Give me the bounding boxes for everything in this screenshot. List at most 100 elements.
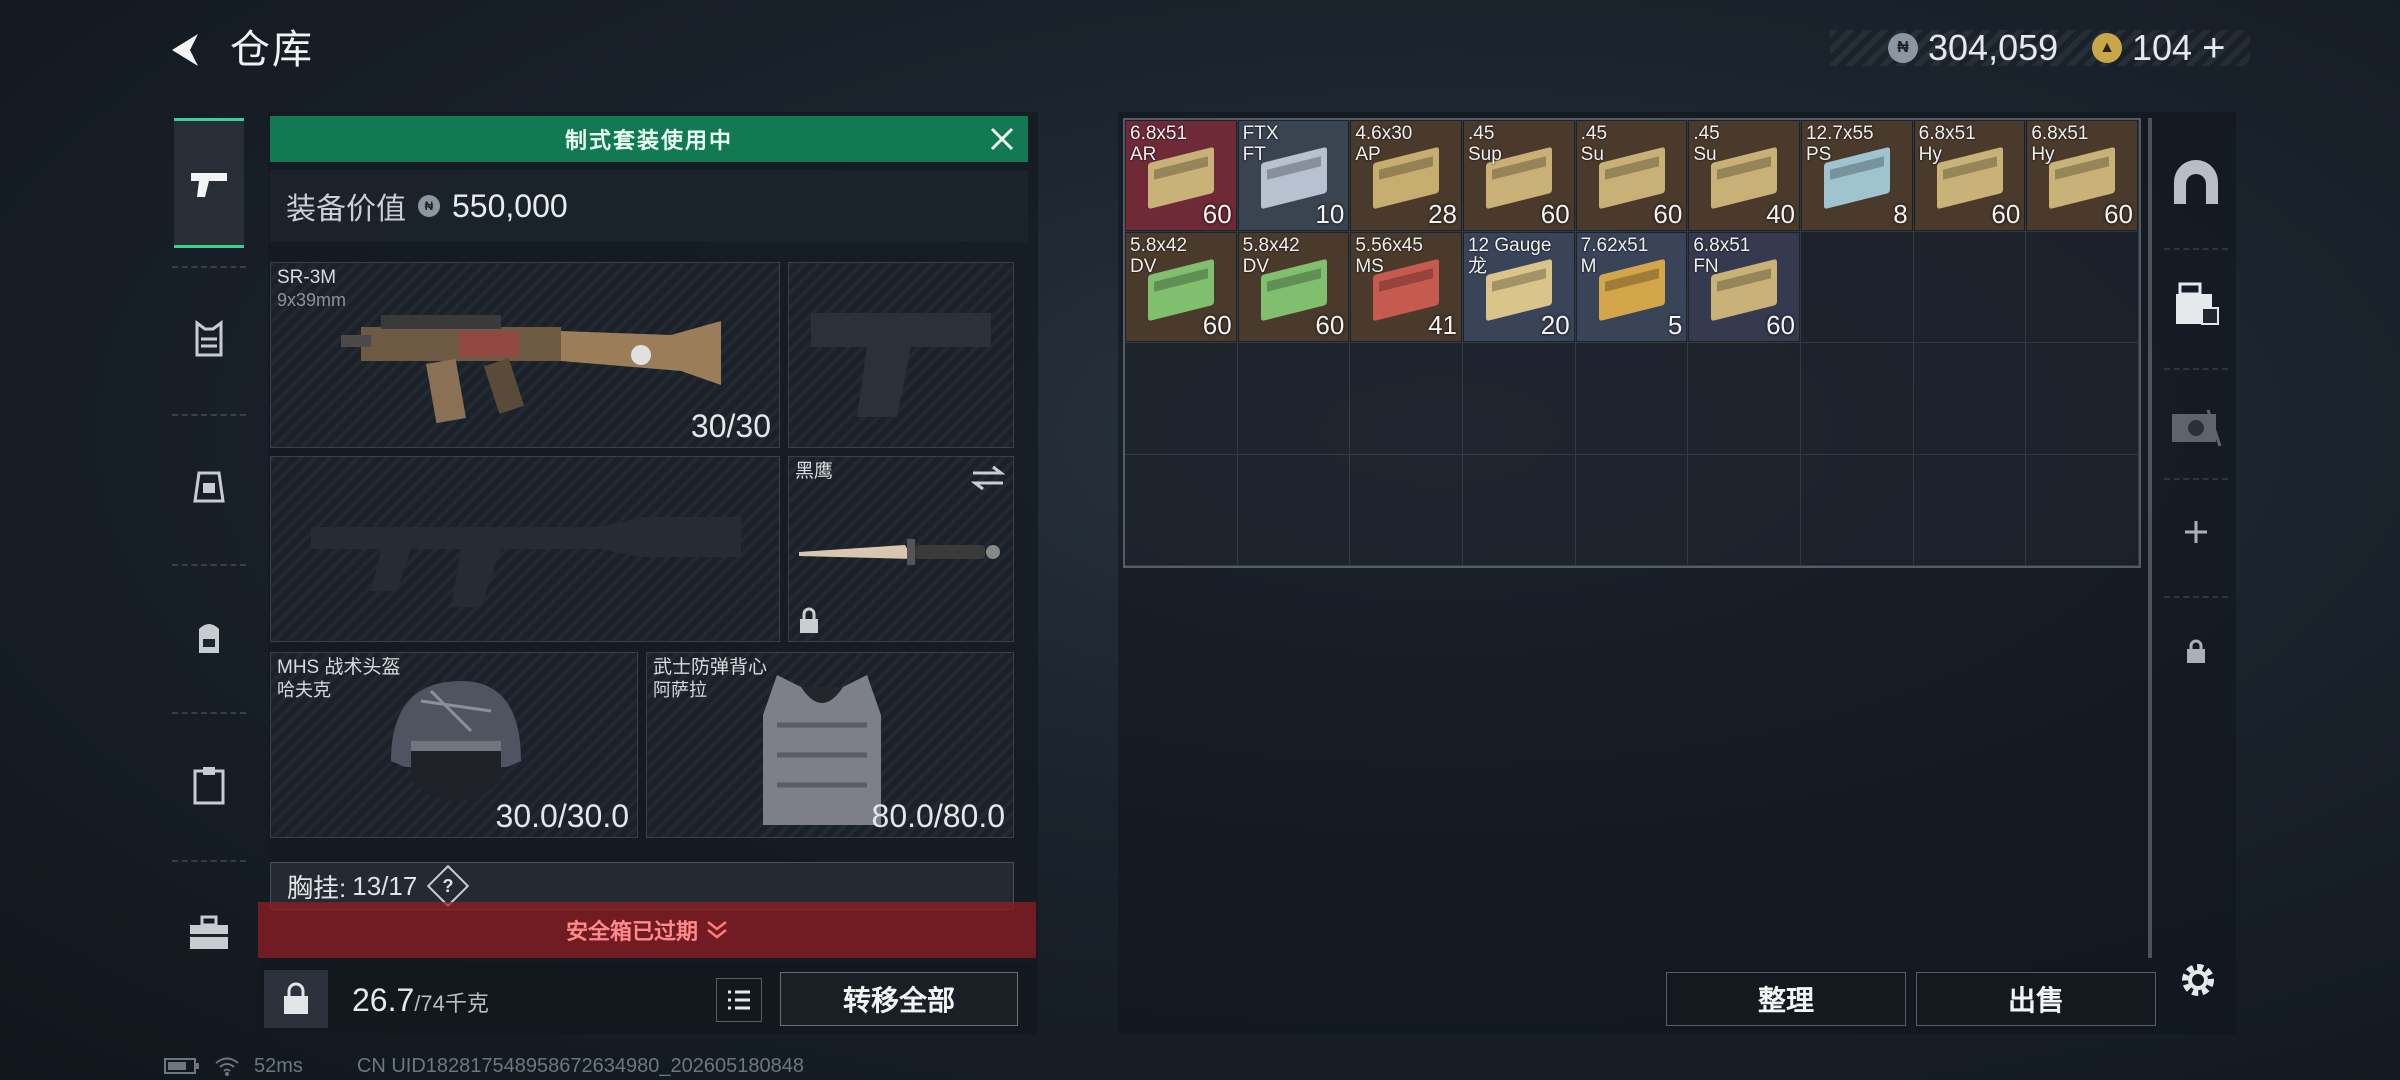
ammo-item[interactable]: 6.8x51 Hy 60 xyxy=(2027,121,2137,230)
ammo-item[interactable]: 6.8x51 Hy 60 xyxy=(1914,121,2025,230)
lock-icon xyxy=(2187,639,2205,663)
stash-cell[interactable] xyxy=(1800,231,1914,343)
stash-cell[interactable]: 6.8x51 Hy 60 xyxy=(1913,120,2027,232)
stash-cell[interactable]: 6.8x51 Hy 60 xyxy=(2026,120,2139,232)
primary-weapon-slot[interactable]: SR-3M 9x39mm 30/30 xyxy=(270,262,780,448)
nav-divider xyxy=(172,414,246,416)
stash-cell[interactable]: 4.6x30 AP 28 xyxy=(1350,120,1463,232)
nav-container[interactable] xyxy=(174,720,244,850)
stash-cell[interactable]: .45 Sup 60 xyxy=(1462,120,1576,232)
weight-lock-button[interactable] xyxy=(264,970,328,1028)
stash-cell[interactable] xyxy=(1237,454,1351,566)
stash-cell[interactable] xyxy=(1575,454,1689,566)
currency-premium[interactable]: ▲ 104 + xyxy=(2092,22,2225,74)
stash-cell[interactable]: .45 Su 60 xyxy=(1575,120,1689,232)
pistol-slot[interactable] xyxy=(788,262,1014,448)
stash-cell[interactable] xyxy=(1800,343,1914,455)
ammo-item[interactable]: 12 Gauge 龙 20 xyxy=(1463,232,1574,341)
ammo-item[interactable]: 4.6x30 AP 28 xyxy=(1351,121,1461,230)
stash-cell[interactable]: 12.7x55 PS 8 xyxy=(1800,120,1914,232)
ammo-item[interactable]: 6.8x51 FN 60 xyxy=(1689,232,1799,341)
ammo-item-count: 40 xyxy=(1766,198,1795,229)
ammo-item[interactable]: .45 Su 60 xyxy=(1576,121,1687,230)
chest-rig-help-button[interactable]: ? xyxy=(427,864,470,908)
stash-cell[interactable] xyxy=(1462,454,1576,566)
ammo-item[interactable]: .45 Sup 60 xyxy=(1463,121,1574,230)
stash-cell[interactable]: 12 Gauge 龙 20 xyxy=(1462,231,1576,343)
clipboard-icon xyxy=(193,767,225,805)
safe-box-expired-banner[interactable]: 安全箱已过期 xyxy=(258,902,1036,958)
stash-cell[interactable]: 5.8x42 DV 60 xyxy=(1125,231,1238,343)
add-stash-button[interactable] xyxy=(2156,482,2236,582)
ammo-item[interactable]: FTX FT 10 xyxy=(1238,121,1349,230)
nav-backpack[interactable] xyxy=(174,572,244,702)
stash-cell[interactable]: 5.8x42 DV 60 xyxy=(1237,231,1351,343)
ammo-item-count: 28 xyxy=(1428,198,1457,229)
stash-cell[interactable] xyxy=(1913,231,2027,343)
nav-chest-rig[interactable] xyxy=(174,422,244,552)
kit-close-button[interactable] xyxy=(980,118,1024,160)
nav-divider xyxy=(172,564,246,566)
melee-slot[interactable]: 黑鹰 xyxy=(788,456,1014,642)
stash-cell[interactable] xyxy=(2026,231,2139,343)
stash-cell[interactable] xyxy=(1913,454,2027,566)
nav-toolbox[interactable] xyxy=(174,868,244,998)
stash-cell[interactable] xyxy=(1688,343,1801,455)
rail-all-items[interactable] xyxy=(2156,132,2236,232)
stash-cell[interactable] xyxy=(1350,343,1463,455)
stash-cell[interactable] xyxy=(2026,343,2139,455)
ammo-item[interactable]: 7.62x51 M 5 xyxy=(1576,232,1687,341)
nav-armor[interactable] xyxy=(174,274,244,404)
helmet-slot[interactable]: MHS 战术头盔 哈夫克 30.0/30.0 xyxy=(270,652,638,838)
primary-weapon-name: SR-3M xyxy=(277,267,337,288)
helmet-durability: 30.0/30.0 xyxy=(495,798,629,834)
nav-weapons[interactable] xyxy=(174,118,244,248)
stash-cell[interactable] xyxy=(1800,454,1914,566)
ammo-item-label: .45 Su xyxy=(1580,123,1608,165)
back-button[interactable] xyxy=(158,22,214,78)
stash-cell[interactable] xyxy=(2026,454,2139,566)
rail-stash-1[interactable] xyxy=(2156,254,2236,354)
stash-cell[interactable] xyxy=(1125,454,1238,566)
transfer-all-button[interactable]: 转移全部 xyxy=(780,972,1018,1026)
ammo-item[interactable]: 5.8x42 DV 60 xyxy=(1126,232,1236,341)
rail-divider xyxy=(2164,478,2228,480)
wifi-icon xyxy=(215,1057,239,1076)
sort-button[interactable]: 整理 xyxy=(1666,972,1906,1026)
list-view-button[interactable] xyxy=(716,978,762,1022)
stash-cell[interactable] xyxy=(1237,343,1351,455)
sell-button[interactable]: 出售 xyxy=(1916,972,2156,1026)
locked-stash-button[interactable] xyxy=(2156,602,2236,702)
body-armor-image xyxy=(763,675,881,825)
stash-cell[interactable]: 6.8x51 AR 60 xyxy=(1125,120,1238,232)
stash-cell[interactable] xyxy=(1913,343,2027,455)
ammo-item[interactable]: 5.8x42 DV 60 xyxy=(1238,232,1349,341)
secondary-weapon-slot[interactable] xyxy=(270,456,780,642)
stash-cell[interactable]: FTX FT 10 xyxy=(1237,120,1351,232)
settings-button[interactable] xyxy=(2170,952,2226,1008)
ammo-item-count: 41 xyxy=(1428,310,1457,340)
rail-stash-4[interactable] xyxy=(2156,374,2236,474)
plus-icon xyxy=(2185,521,2207,543)
stash-cell[interactable] xyxy=(1350,454,1463,566)
stash-cell[interactable]: 7.62x51 M 5 xyxy=(1575,231,1689,343)
ammo-item[interactable]: 6.8x51 AR 60 xyxy=(1126,121,1236,230)
equipment-value-row: 装备价值 ₦ 550,000 xyxy=(270,170,1028,242)
add-currency-button[interactable]: + xyxy=(2202,26,2225,71)
stash-cell[interactable]: 6.8x51 FN 60 xyxy=(1688,231,1801,343)
stash-cell[interactable] xyxy=(1575,343,1689,455)
stash-cell[interactable] xyxy=(1462,343,1576,455)
double-chevron-down-icon xyxy=(707,921,727,939)
swap-icon[interactable] xyxy=(971,465,1005,491)
rifle-placeholder-icon xyxy=(311,517,741,607)
stash-cell[interactable]: 5.56x45 MS 41 xyxy=(1350,231,1463,343)
stash-cell[interactable]: .45 Su 40 xyxy=(1688,120,1801,232)
body-armor-slot[interactable]: 武士防弹背心 阿萨拉 80.0/80.0 xyxy=(646,652,1014,838)
stash-cell[interactable] xyxy=(1688,454,1801,566)
ammo-item[interactable]: 12.7x55 PS 8 xyxy=(1801,121,1912,230)
ammo-item[interactable]: .45 Su 40 xyxy=(1689,121,1799,230)
stash-cell[interactable] xyxy=(1125,343,1238,455)
stash-scrollbar[interactable] xyxy=(2148,118,2152,958)
ammo-item-label: 6.8x51 Hy xyxy=(2031,123,2089,165)
ammo-item[interactable]: 5.56x45 MS 41 xyxy=(1351,232,1461,341)
